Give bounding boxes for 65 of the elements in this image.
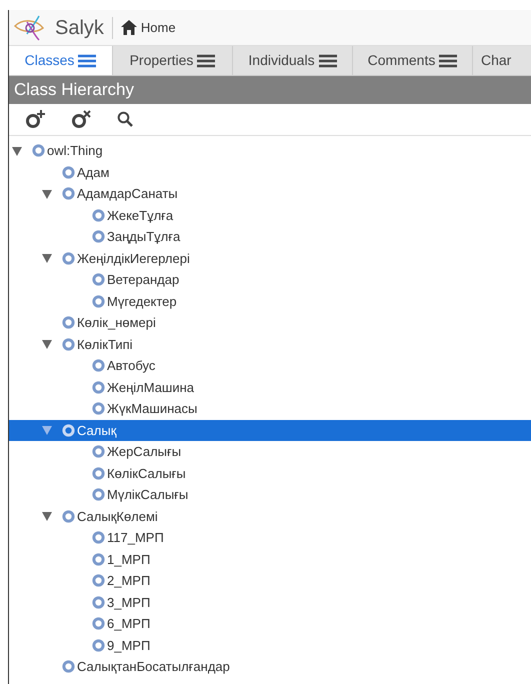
- class-icon: [92, 552, 105, 566]
- collapse-icon[interactable]: [42, 253, 52, 264]
- class-label[interactable]: 117_МРП: [107, 528, 164, 548]
- class-label[interactable]: 2_МРП: [107, 571, 150, 590]
- class-icon: [62, 316, 75, 330]
- class-icon: [92, 596, 105, 609]
- class-icon: [62, 510, 75, 523]
- collapse-icon[interactable]: [42, 339, 52, 350]
- class-label[interactable]: ЖүкМашинасы: [107, 399, 198, 418]
- class-label[interactable]: owl:Thing: [47, 141, 103, 160]
- class-label[interactable]: 3_МРП: [107, 592, 150, 612]
- class-label[interactable]: Салық: [77, 420, 116, 440]
- class-icon: [62, 187, 75, 200]
- class-label[interactable]: Адам: [77, 162, 110, 182]
- class-icon: [92, 531, 105, 544]
- class-label[interactable]: Автобус: [107, 356, 156, 376]
- collapse-icon[interactable]: [42, 188, 52, 199]
- class-icon: [92, 273, 105, 286]
- class-label[interactable]: АдамдарСанаты: [77, 184, 178, 204]
- class-icon: [92, 466, 105, 480]
- class-label[interactable]: ЖерСалығы: [107, 442, 182, 462]
- class-icon: [92, 488, 105, 502]
- class-icon: [62, 338, 75, 351]
- class-icon: [92, 380, 105, 394]
- class-label[interactable]: Мүгедектер: [107, 292, 177, 311]
- menu-icon: [439, 54, 458, 68]
- class-icon: [62, 252, 75, 265]
- logo-icon: [13, 14, 47, 42]
- menu-icon: [78, 54, 96, 68]
- tab[interactable]: Classes: [9, 46, 113, 75]
- menu-icon: [318, 54, 337, 68]
- class-icon: [92, 359, 105, 372]
- class-label[interactable]: Ветерандар: [107, 270, 180, 290]
- class-icon: [92, 617, 105, 630]
- home-icon: [120, 20, 137, 35]
- class-icon: [62, 166, 75, 179]
- class-label[interactable]: ЖеңілдікИегерлері: [77, 248, 190, 268]
- class-label[interactable]: 9_МРП: [107, 636, 150, 655]
- class-icon: [62, 660, 75, 674]
- class-label[interactable]: МүлікСалығы: [107, 485, 188, 504]
- class-label[interactable]: 1_МРП: [107, 550, 150, 569]
- class-label[interactable]: СалықтанБосатылғандар: [77, 657, 230, 676]
- class-label[interactable]: ЖеңілМашина: [107, 378, 194, 397]
- app-name: Salyk: [55, 16, 104, 40]
- class-icon: [32, 144, 45, 158]
- collapse-icon[interactable]: [42, 511, 52, 522]
- class-icon: [62, 424, 75, 437]
- class-icon: [92, 445, 105, 458]
- class-label[interactable]: СалықКөлемі: [77, 506, 158, 526]
- class-icon: [92, 208, 105, 222]
- class-label[interactable]: ЖекеТұлға: [107, 206, 174, 225]
- panel-title: Class Hierarchy: [9, 76, 531, 104]
- class-label[interactable]: КөлікСалығы: [107, 464, 186, 483]
- class-icon: [92, 402, 105, 416]
- class-icon: [92, 638, 105, 652]
- class-label[interactable]: 6_МРП: [107, 614, 150, 634]
- class-label[interactable]: КөлікТипі: [77, 334, 133, 354]
- class-icon: [92, 294, 105, 308]
- home-link[interactable]: Home: [120, 18, 176, 38]
- class-icon: [92, 230, 105, 244]
- class-label[interactable]: ЗаңдыТұлға: [107, 227, 180, 246]
- collapse-icon[interactable]: [12, 146, 22, 156]
- menu-icon: [197, 54, 216, 68]
- class-icon: [92, 574, 105, 588]
- class-label[interactable]: Көлік_нөмері: [77, 313, 156, 332]
